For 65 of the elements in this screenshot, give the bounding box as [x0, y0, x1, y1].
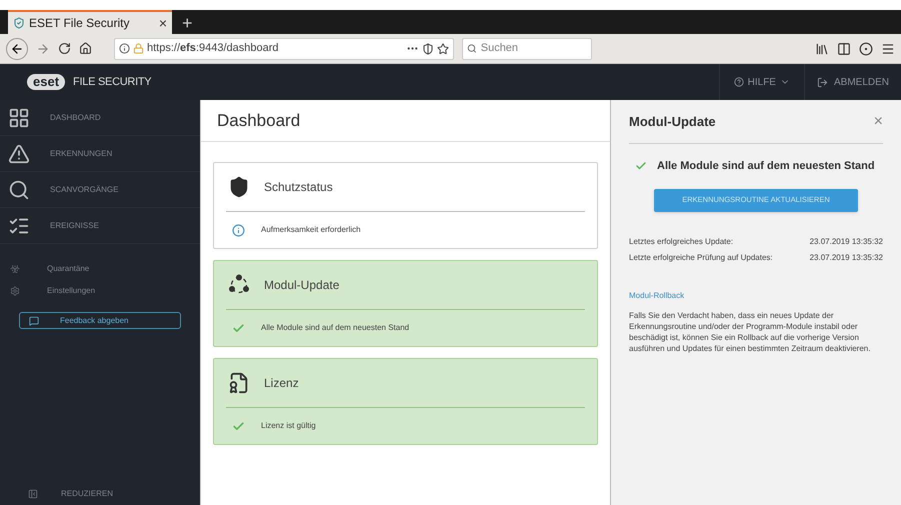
- info-value: 23.07.2019 13:35:32: [810, 236, 883, 248]
- message-icon: [29, 316, 39, 326]
- close-button[interactable]: ×: [874, 110, 883, 134]
- search-icon: [8, 178, 30, 200]
- info-icon: [232, 224, 245, 236]
- biohazard-icon: [10, 264, 20, 274]
- status-card[interactable]: Modul-Update Alle Module sind auf dem neuesten Stand: [213, 260, 598, 347]
- certificate-icon: [228, 372, 250, 394]
- panel-title: Modul-Update: [629, 112, 717, 131]
- card-title: Schutzstatus: [264, 179, 333, 196]
- bookmark-icon[interactable]: [437, 42, 449, 54]
- back-button[interactable]: [6, 38, 28, 60]
- logout-icon: [816, 76, 828, 88]
- feedback-button[interactable]: Feedback abgeben: [19, 312, 181, 329]
- home-button[interactable]: [79, 42, 92, 55]
- search-input[interactable]: Suchen: [480, 40, 587, 57]
- shield-icon: [228, 176, 250, 198]
- sidebar-item[interactable]: EREIGNISSE: [0, 208, 200, 244]
- settings-icon: [10, 286, 20, 296]
- card-message: Aufmerksamkeit erforderlich: [261, 224, 361, 236]
- logo: eset: [27, 74, 66, 90]
- sidebar-item[interactable]: ERKENNUNGEN: [0, 136, 200, 172]
- search-icon: [467, 43, 477, 54]
- info-icon: [119, 43, 130, 54]
- collapse-button[interactable]: REDUZIEREN: [0, 484, 200, 504]
- status-card[interactable]: Schutzstatus Aufmerksamkeit erforderlich: [213, 162, 598, 249]
- collapse-icon: [28, 489, 38, 499]
- page-title: Dashboard: [217, 110, 300, 132]
- lock-icon: [133, 43, 144, 54]
- check-icon: [232, 322, 245, 334]
- help-icon: [734, 77, 744, 87]
- info-value: 23.07.2019 13:35:32: [810, 252, 883, 264]
- card-title: Lizenz: [264, 375, 299, 392]
- library-icon[interactable]: [815, 42, 829, 56]
- sidebar-item[interactable]: SCANVORGÄNGE: [0, 172, 200, 208]
- status-card[interactable]: Lizenz Lizenz ist gültig: [213, 358, 598, 445]
- info-label: Letzte erfolgreiche Prüfung auf Updates:: [629, 252, 773, 264]
- info-label: Letztes erfolgreiches Update:: [629, 236, 734, 248]
- product-name: FILE SECURITY: [73, 74, 152, 90]
- rollback-description: Falls Sie den Verdacht haben, dass ein neues Update der Erkennungsroutine und/oder der Programm-Module instabil oder beschädigt ist, können Sie ein Rollback auf die vorherige Version ausführen und Updates für einen bestimmten Zeitraum deaktivieren.: [629, 310, 872, 354]
- tab-title: ESET File Security: [29, 15, 130, 32]
- card-message: Alle Module sind auf dem neuesten Stand: [261, 322, 410, 334]
- card-title: Modul-Update: [264, 277, 340, 294]
- url-text: https://efs:9443/dashboard: [147, 41, 280, 56]
- reload-button[interactable]: [58, 42, 71, 55]
- menu-icon[interactable]: [881, 42, 895, 56]
- sidebar-item[interactable]: DASHBOARD: [0, 100, 200, 136]
- card-message: Lizenz ist gültig: [261, 420, 316, 432]
- extension-icon[interactable]: [859, 42, 873, 56]
- new-tab-button[interactable]: +: [172, 12, 203, 34]
- address-bar[interactable]: https://efs:9443/dashboard: [114, 38, 454, 60]
- forward-button[interactable]: [36, 42, 50, 56]
- modules-icon: [228, 274, 250, 296]
- browser-tab[interactable]: ESET File Security ×: [8, 10, 172, 34]
- update-status: Alle Module sind auf dem neuesten Stand: [657, 159, 875, 174]
- sidebar-item[interactable]: Einstellungen: [0, 280, 200, 302]
- sidebar-item[interactable]: Quarantäne: [0, 258, 200, 280]
- check-icon: [232, 420, 245, 432]
- rollback-link[interactable]: Modul-Rollback: [629, 290, 883, 302]
- sidebar-icon[interactable]: [837, 42, 851, 56]
- close-tab-button[interactable]: ×: [158, 12, 167, 34]
- grid-icon: [8, 106, 30, 128]
- warning-icon: [8, 142, 30, 164]
- site-icon: [13, 17, 25, 29]
- search-field[interactable]: Suchen: [462, 38, 592, 60]
